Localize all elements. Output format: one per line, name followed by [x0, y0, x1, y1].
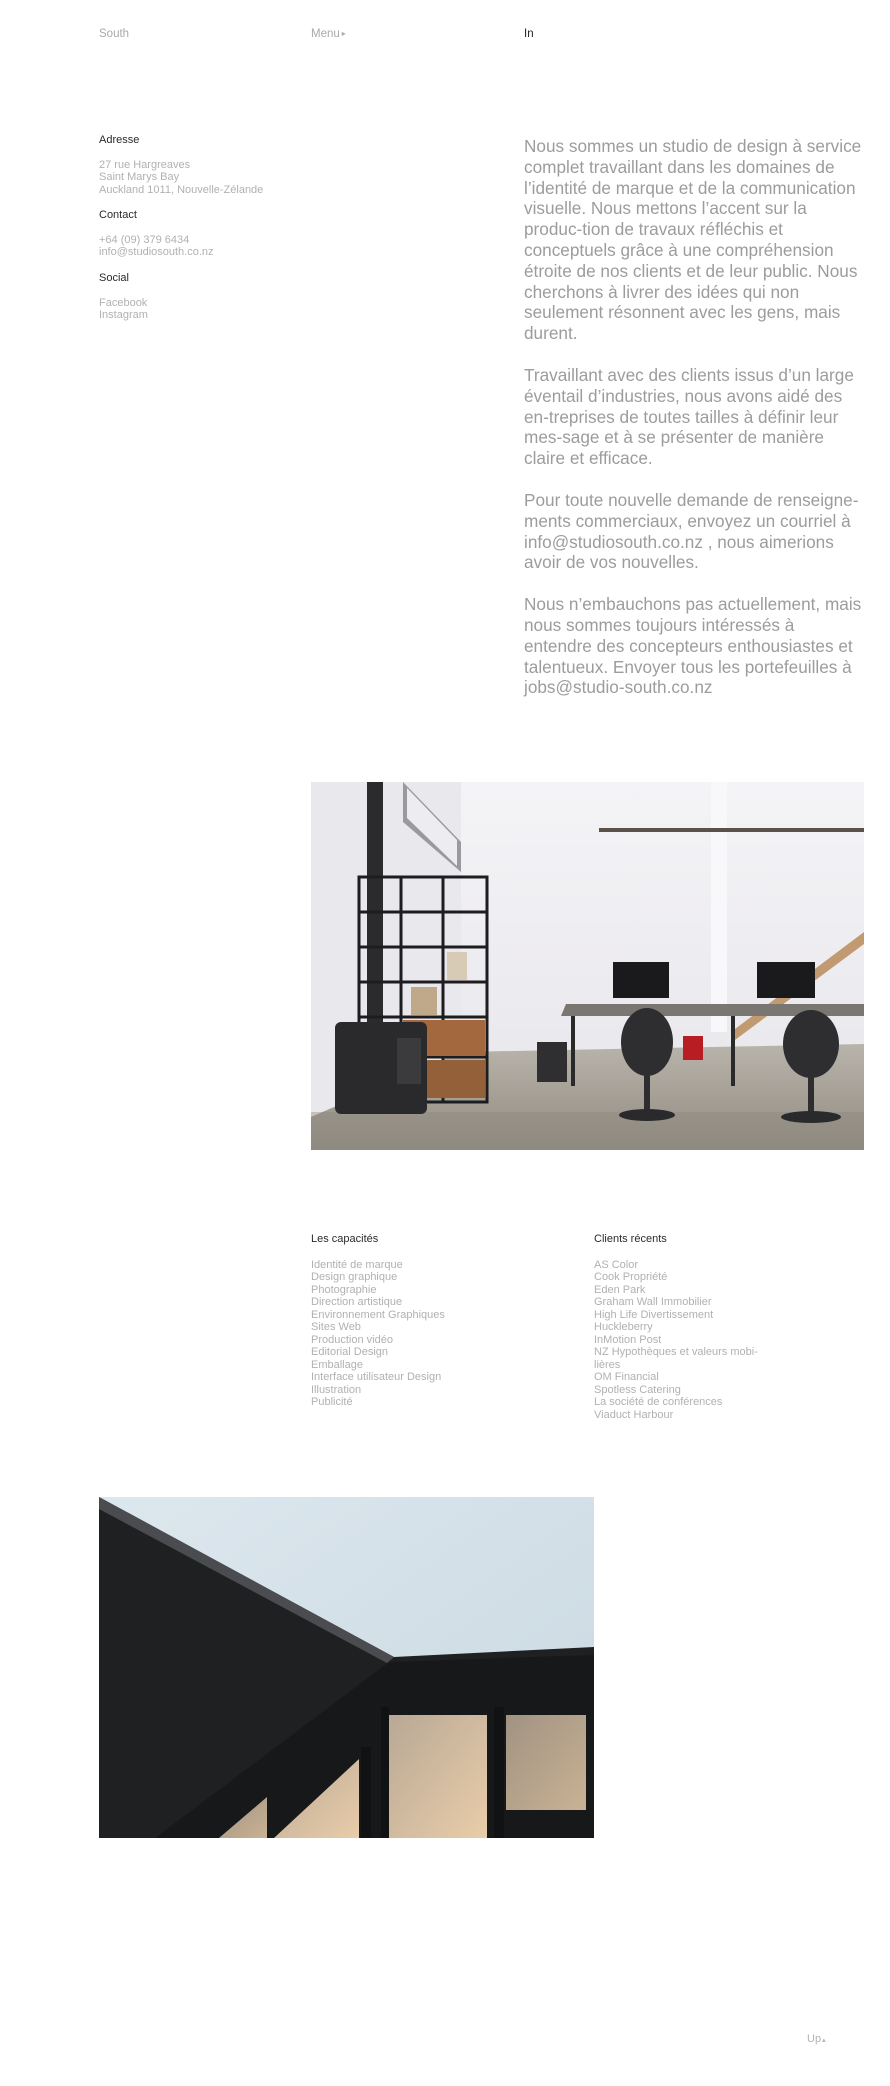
address-line: 27 rue Hargreaves: [99, 158, 191, 171]
about-paragraph: Travaillant avec des clients issus d’un …: [524, 364, 854, 469]
list-item: Environnement Graphiques: [311, 1308, 445, 1321]
email-link[interactable]: info@studiosouth.co.nz: [99, 246, 299, 259]
list-item: Sites Web: [311, 1321, 361, 1333]
back-to-top-button[interactable]: Up▴: [807, 2033, 826, 2045]
clients-heading: Clients récents: [594, 1233, 667, 1245]
list-item: Illustration: [311, 1383, 362, 1396]
facebook-link[interactable]: Facebook: [99, 297, 299, 310]
capabilities-heading: Les capacités: [311, 1233, 379, 1245]
address-block: Adresse 27 rue Hargreaves Saint Marys Ba…: [99, 134, 299, 196]
address-line: Saint Marys Bay: [99, 171, 180, 183]
menu-button[interactable]: Menu ▸: [311, 27, 346, 42]
address-heading: Adresse: [99, 134, 140, 146]
menu-label: Menu: [311, 28, 340, 40]
brand-link[interactable]: South: [99, 27, 129, 41]
list-item: Publicité: [311, 1396, 353, 1408]
about-text: Nous sommes un studio de design à servic…: [524, 136, 864, 719]
up-label: Up: [807, 2033, 822, 2045]
list-item: Huckleberry: [594, 1321, 653, 1333]
contact-block: Contact +64 (09) 379 6434 info@studiosou…: [99, 209, 299, 259]
triangle-up-icon: ▴: [822, 2037, 826, 2044]
social-block: Social Facebook Instagram: [99, 272, 299, 322]
list-item: Editorial Design: [311, 1346, 389, 1358]
list-item: Spotless Catering: [594, 1383, 681, 1396]
list-item: AS Color: [594, 1258, 639, 1271]
instagram-link[interactable]: Instagram: [99, 309, 299, 322]
about-paragraph: Nous n’embauchons pas actuellement, mais…: [524, 594, 862, 698]
list-item: La société de conférences: [594, 1396, 723, 1408]
list-item: lières: [594, 1358, 621, 1371]
address-line: Auckland 1011, Nouvelle-Zélande: [99, 183, 264, 196]
list-item: Production vidéo: [311, 1333, 393, 1346]
list-item: Viaduct Harbour: [594, 1408, 674, 1421]
about-paragraph: Nous sommes un studio de design à servic…: [524, 136, 862, 344]
list-item: InMotion Post: [594, 1333, 662, 1346]
list-item: Design graphique: [311, 1271, 398, 1283]
list-item: High Life Divertissement: [594, 1308, 714, 1321]
about-paragraph: Pour toute nouvelle demande de renseigne…: [524, 489, 859, 573]
nav-in-link[interactable]: In: [524, 27, 534, 41]
list-item: Eden Park: [594, 1283, 646, 1296]
list-item: Interface utilisateur Design: [311, 1371, 442, 1383]
triangle-right-icon: ▸: [341, 29, 346, 38]
social-heading: Social: [99, 272, 129, 284]
list-item: Graham Wall Immobilier: [594, 1296, 712, 1308]
office-photo: [311, 782, 864, 1150]
list-item: Cook Propriété: [594, 1271, 668, 1283]
list-item: Identité de marque: [311, 1258, 403, 1271]
phone-link[interactable]: +64 (09) 379 6434: [99, 234, 299, 247]
clients-list: Clients récents AS Color Cook Propriété …: [594, 1233, 769, 1421]
building-photo: [99, 1497, 594, 1838]
list-item: Direction artistique: [311, 1296, 403, 1308]
capabilities-list: Les capacités Identité de marque Design …: [311, 1233, 486, 1409]
list-item: NZ Hypothèques et valeurs mobi-: [594, 1346, 758, 1358]
list-item: Emballage: [311, 1358, 363, 1371]
contact-heading: Contact: [99, 209, 137, 221]
list-item: Photographie: [311, 1283, 377, 1296]
list-item: OM Financial: [594, 1371, 659, 1383]
